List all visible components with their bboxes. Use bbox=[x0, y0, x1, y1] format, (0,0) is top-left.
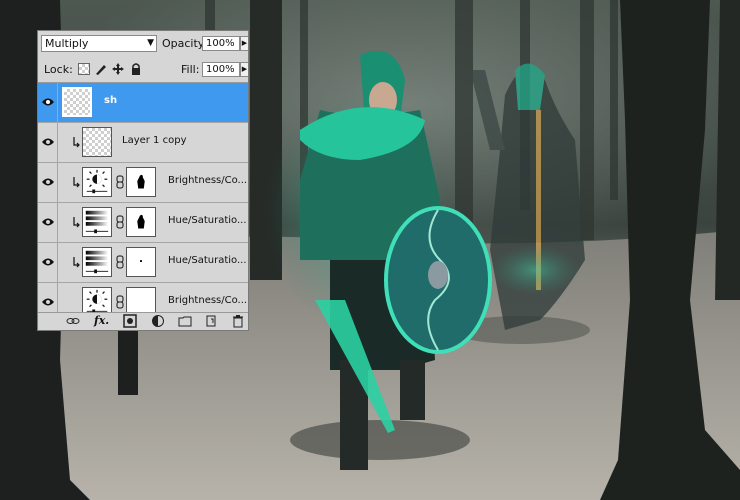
chain-link-icon bbox=[116, 215, 124, 229]
lock-fill-row: Lock: Fill: 100% ▶ bbox=[38, 58, 248, 83]
eye-icon bbox=[42, 258, 54, 266]
fill-label: Fill: bbox=[181, 63, 200, 76]
eye-icon bbox=[42, 218, 54, 226]
opacity-value: 100% bbox=[206, 38, 235, 49]
hue-saturation-adjustment-icon bbox=[82, 207, 112, 237]
chain-link-icon bbox=[116, 175, 124, 189]
add-mask-icon[interactable] bbox=[123, 314, 137, 328]
opacity-label: Opacity: bbox=[162, 37, 208, 50]
visibility-toggle[interactable] bbox=[38, 123, 58, 162]
layer-thumbnail bbox=[82, 127, 112, 157]
layer-mask-thumbnail bbox=[126, 247, 156, 277]
blend-opacity-row: Multiply ▼ Opacity: 100% ▶ bbox=[38, 31, 248, 57]
eye-icon bbox=[42, 98, 54, 106]
visibility-toggle[interactable] bbox=[38, 83, 58, 122]
fill-field[interactable]: 100% bbox=[202, 62, 240, 77]
eye-icon bbox=[42, 298, 54, 306]
chevron-down-icon: ▼ bbox=[147, 38, 154, 48]
clipping-arrow-icon bbox=[73, 137, 80, 148]
chain-link-icon bbox=[116, 255, 124, 269]
clipping-arrow-icon bbox=[73, 217, 80, 228]
clipping-arrow-icon bbox=[73, 177, 80, 188]
layer-name: Hue/Saturatio... bbox=[168, 215, 247, 226]
visibility-toggle[interactable] bbox=[38, 163, 58, 202]
hue-saturation-adjustment-icon bbox=[82, 247, 112, 277]
layer-thumbnail bbox=[62, 87, 92, 117]
layer-name: sh bbox=[104, 95, 118, 106]
visibility-toggle[interactable] bbox=[38, 203, 58, 242]
fx-icon[interactable]: fx. bbox=[94, 314, 109, 328]
lock-label: Lock: bbox=[44, 63, 73, 76]
opacity-field[interactable]: 100% bbox=[202, 36, 240, 51]
layer-name: Brightness/Co... bbox=[168, 175, 248, 186]
lock-brush-icon[interactable] bbox=[94, 62, 108, 76]
trash-icon[interactable] bbox=[231, 314, 245, 328]
lock-move-icon[interactable] bbox=[111, 62, 125, 76]
layer-row[interactable]: sh bbox=[38, 83, 248, 123]
layer-row[interactable]: Brightness/Co... bbox=[38, 163, 248, 203]
visibility-toggle[interactable] bbox=[38, 243, 58, 282]
fill-value: 100% bbox=[206, 64, 235, 75]
layer-name: Layer 1 copy bbox=[122, 135, 187, 146]
eye-icon bbox=[42, 178, 54, 186]
layer-row[interactable]: Layer 1 copy bbox=[38, 123, 248, 163]
blend-mode-value: Multiply bbox=[45, 37, 89, 50]
eye-icon bbox=[42, 138, 54, 146]
fill-slider-button[interactable]: ▶ bbox=[240, 62, 248, 77]
lock-transparent-icon[interactable] bbox=[78, 63, 90, 75]
clipping-arrow-icon bbox=[73, 257, 80, 268]
layer-list: sh Layer 1 copy Brightness/Co... Hue/Sat… bbox=[38, 83, 248, 323]
layer-row[interactable]: Hue/Saturatio... bbox=[38, 203, 248, 243]
layers-panel: Multiply ▼ Opacity: 100% ▶ Lock: Fill: 1… bbox=[37, 30, 249, 331]
chain-link-icon bbox=[116, 295, 124, 309]
layer-name: Hue/Saturatio... bbox=[168, 255, 247, 266]
layers-panel-footer: fx. bbox=[38, 312, 248, 330]
layer-name: Brightness/Co... bbox=[168, 295, 248, 306]
new-group-icon[interactable] bbox=[178, 314, 192, 328]
brightness-adjustment-icon bbox=[82, 167, 112, 197]
blend-mode-select[interactable]: Multiply ▼ bbox=[41, 35, 157, 52]
layer-mask-thumbnail bbox=[126, 167, 156, 197]
adjustment-layer-icon[interactable] bbox=[151, 314, 165, 328]
opacity-slider-button[interactable]: ▶ bbox=[240, 36, 248, 51]
lock-all-icon[interactable] bbox=[129, 62, 143, 76]
link-layers-icon[interactable] bbox=[66, 314, 80, 328]
layer-row[interactable]: Hue/Saturatio... bbox=[38, 243, 248, 283]
new-layer-icon[interactable] bbox=[204, 314, 218, 328]
layer-mask-thumbnail bbox=[126, 207, 156, 237]
